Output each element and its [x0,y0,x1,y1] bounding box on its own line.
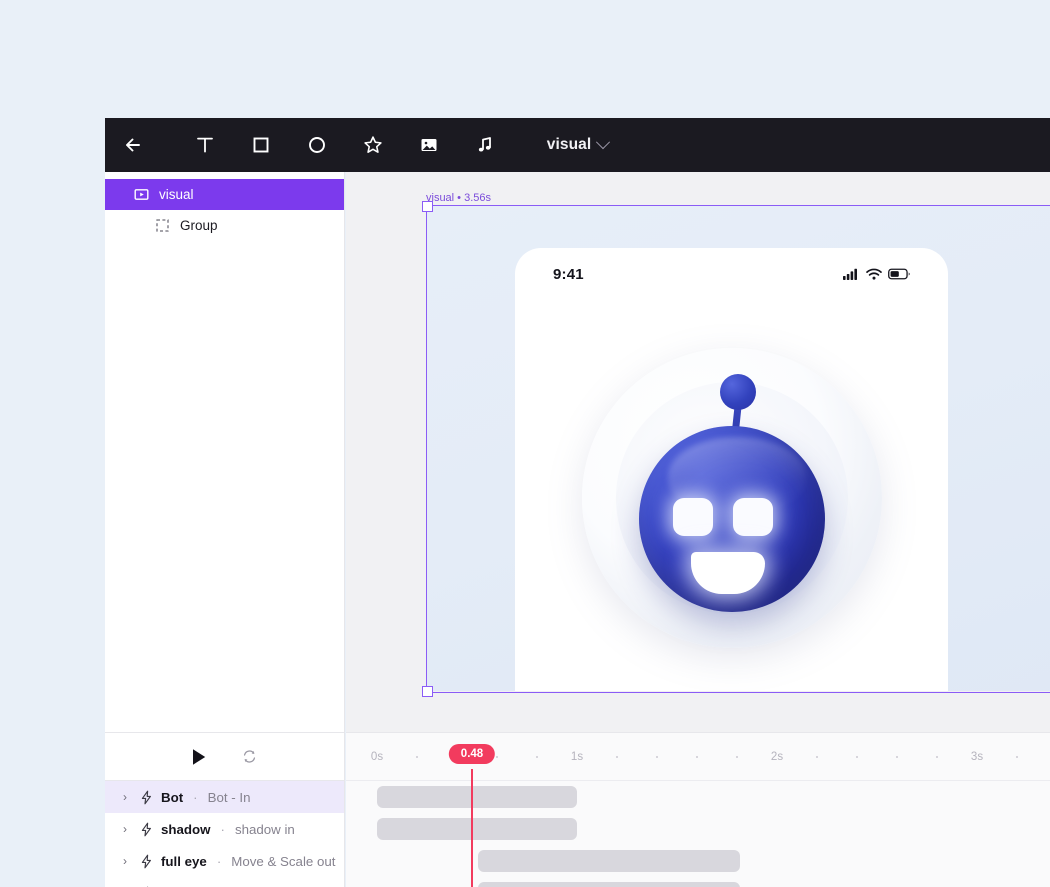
ruler-tick-dot [696,756,698,758]
animation-layer-list: › Bot · Bot - In › shadow · shadow in › … [105,781,344,887]
audio-tool-button[interactable] [457,118,513,172]
lightning-bolt-icon [139,790,153,805]
chevron-down-icon [596,135,611,150]
timeline-clip-bar[interactable] [377,786,577,808]
square-icon [253,137,269,153]
music-note-icon [478,137,491,152]
playhead-time-badge[interactable]: 0.48 [448,744,496,764]
ruler-tick-dot [416,756,418,758]
top-toolbar: visual [105,118,1050,172]
ruler-tick-dot [816,756,818,758]
separator-dot: · [220,821,225,837]
animation-row-bot[interactable]: › Bot · Bot - In [105,781,344,813]
animation-row-full-eye[interactable]: › full eye · Move & Scale out [105,845,344,877]
chevron-right-icon[interactable]: › [119,822,131,836]
image-tool-button[interactable] [401,118,457,172]
document-title-button[interactable]: visual [546,135,611,154]
timeline-track-row [346,781,1050,813]
animation-row-preset: shadow in [234,821,295,837]
timeline-panel: 0s 1s 2s 3s 0.48 [346,732,1050,887]
animation-row-name: full eye [161,853,207,869]
rectangle-tool-button[interactable] [233,118,289,172]
resize-handle-top-left[interactable] [422,201,433,212]
ruler-tick-dot [656,756,658,758]
ruler-tick-dot [1016,756,1018,758]
star-icon [364,136,382,153]
back-button[interactable] [105,118,161,172]
timeline-track-row [346,845,1050,877]
play-icon [193,748,206,765]
animation-row-name: shadow [161,821,211,837]
timeline-clip-bar[interactable] [377,818,577,840]
layer-item-group[interactable]: Group [105,210,344,241]
playhead-line [471,769,473,887]
loop-icon [243,750,256,763]
canvas-area[interactable]: 9:41 visual • 3.56s [346,172,1050,732]
separator-dot: · [193,789,198,805]
ruler-tick-label: 2s [770,751,784,763]
animation-row-preset: Move & Scale out [231,853,336,869]
app-root: visual visual Group › Bot · Bot - In › s… [0,0,1050,887]
star-tool-button[interactable] [345,118,401,172]
layers-tree: visual Group [105,172,344,241]
selection-frame[interactable] [422,201,1050,697]
ruler-tick-dot [936,756,938,758]
loop-button[interactable] [241,748,258,765]
selection-label: visual • 3.56s [426,192,491,204]
layer-item-label: visual [159,187,194,202]
ruler-tick-label: 0s [370,751,384,763]
chevron-right-icon[interactable]: › [119,854,131,868]
resize-handle-bottom-left[interactable] [422,686,433,697]
animation-row-name: Bot [161,789,184,805]
ruler-tick-dot [536,756,538,758]
left-panel: visual Group › Bot · Bot - In › shadow ·… [105,172,345,887]
layer-item-visual[interactable]: visual [105,179,344,210]
chevron-right-icon[interactable]: › [119,790,131,804]
scene-play-icon [134,187,149,202]
arrow-left-icon [126,138,140,152]
animation-row-preset: Bot - In [207,789,251,805]
timeline-tracks [346,781,1050,887]
timeline-track-row [346,877,1050,887]
animation-row-partial[interactable]: › [105,877,344,887]
ruler-tick-label: 1s [570,751,584,763]
animation-row-shadow[interactable]: › shadow · shadow in [105,813,344,845]
timeline-clip-bar[interactable] [478,882,740,887]
separator-dot: · [216,853,222,869]
lightning-bolt-icon [139,854,153,869]
image-icon [421,139,437,151]
ruler-tick-dot [896,756,898,758]
lightning-bolt-icon [139,822,153,837]
playback-controls [105,732,344,781]
ruler-tick-dot [856,756,858,758]
timeline-clip-bar[interactable] [478,850,740,872]
play-button[interactable] [191,748,207,766]
ruler-tick-label: 3s [970,751,984,763]
ruler-tick-dot [736,756,738,758]
ruler-tick-dot [496,756,498,758]
circle-icon [309,137,325,153]
text-icon [197,137,213,153]
document-title-text: visual [546,136,592,153]
ellipse-tool-button[interactable] [289,118,345,172]
group-dashed-icon [155,218,170,233]
ruler-tick-dot [616,756,618,758]
timeline-track-row [346,813,1050,845]
text-tool-button[interactable] [177,118,233,172]
layer-item-label: Group [180,218,218,233]
